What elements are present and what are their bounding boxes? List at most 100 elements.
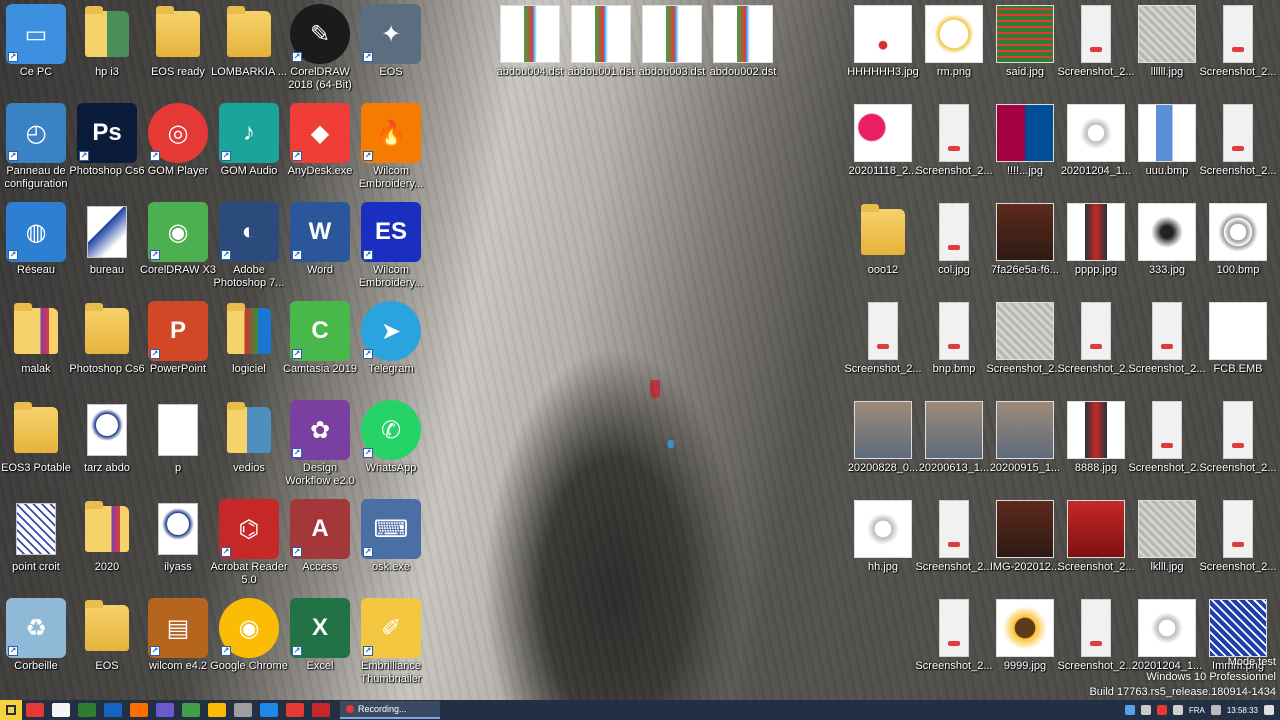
desktop-icon-gom-audio[interactable]: ♪ ↗ GOM Audio [213,103,285,178]
desktop-icon-screenshot-2[interactable]: Screenshot_2... [1128,400,1206,475]
desktop-icon-eos[interactable]: ✦ ↗ EOS [355,4,427,79]
desktop-icon-coreldraw-2018-64-bit[interactable]: ✎ ↗ CorelDRAW 2018 (64-Bit) [284,4,356,92]
taskbar-app-icon[interactable] [182,703,200,717]
desktop-icon-point-croit[interactable]: point croit [0,499,72,574]
desktop-icon-20201118-2[interactable]: 20201118_2... [847,103,919,178]
desktop-icon-ilyass[interactable]: ilyass [142,499,214,574]
desktop-icon-adobe-photoshop-7[interactable]: ◐ ↗ Adobe Photoshop 7... [213,202,285,290]
desktop-icon-design-workflow-e2-0[interactable]: ✿ ↗ Design Workflow e2.0 [284,400,356,488]
desktop-icon-abdou002-dst[interactable]: abdou002.dst [707,4,779,79]
desktop-icon-panneau-de-configuration[interactable]: ◴ ↗ Panneau de configuration [0,103,72,191]
desktop-icon-screenshot-2[interactable]: Screenshot_2... [1199,103,1277,178]
desktop-icon-hp-i3[interactable]: hp i3 [71,4,143,79]
desktop-icon-screenshot-2[interactable]: Screenshot_2... [915,103,993,178]
desktop-icon-rm-png[interactable]: rm.png [918,4,990,79]
people-icon[interactable] [1124,705,1135,715]
taskbar-app-icon[interactable] [52,703,70,717]
desktop-icon-333-jpg[interactable]: 333.jpg [1131,202,1203,277]
desktop-icon-2020[interactable]: 2020 [71,499,143,574]
notifications-icon[interactable] [1264,705,1274,715]
desktop-icon-google-chrome[interactable]: ◉ ↗ Google Chrome [210,598,288,673]
desktop-icon-20201204-1[interactable]: 20201204_1... [1060,103,1132,178]
desktop-icon-word[interactable]: W ↗ Word [284,202,356,277]
taskbar-app-icon[interactable] [260,703,278,717]
desktop-icon-said-jpg[interactable]: said.jpg [989,4,1061,79]
taskbar-app-icon[interactable] [26,703,44,717]
desktop-icon-photoshop-cs6[interactable]: Photoshop Cs6 [69,301,145,376]
desktop-icon-jpg[interactable]: !!!!...jpg [989,103,1061,178]
desktop-icon-acrobat-reader-5-0[interactable]: ⌬ ↗ Acrobat Reader 5.0 [210,499,288,587]
desktop-icon-bureau[interactable]: bureau [71,202,143,277]
desktop-icon-camtasia-2019[interactable]: C ↗ Camtasia 2019 [283,301,357,376]
desktop-icon-whatsapp[interactable]: ✆ ↗ WhatsApp [355,400,427,475]
desktop-icon-eos3-potable[interactable]: EOS3 Potable [0,400,72,475]
desktop-icon-llllll-jpg[interactable]: llllll.jpg [1131,4,1203,79]
desktop-icon-telegram[interactable]: ➤ ↗ Telegram [355,301,427,376]
desktop-icon-8888-jpg[interactable]: 8888.jpg [1060,400,1132,475]
desktop-icon-abdou001-dst[interactable]: abdou001.dst [565,4,637,79]
taskbar-recording-app[interactable]: Recording... [340,701,440,719]
desktop-icon-screenshot-2[interactable]: Screenshot_2... [1057,301,1135,376]
desktop-icon-20201204-1[interactable]: 20201204_1... [1131,598,1203,673]
desktop-icon-100-bmp[interactable]: 100.bmp [1202,202,1274,277]
desktop-icon-screenshot-2[interactable]: Screenshot_2... [915,598,993,673]
desktop-icon-vedios[interactable]: vedios [213,400,285,475]
desktop-icon-wilcom-e4-2[interactable]: ▤ ↗ wilcom e4.2 [142,598,214,673]
desktop-icon-screenshot-2[interactable]: Screenshot_2... [1128,301,1206,376]
network-icon[interactable] [1140,705,1151,715]
desktop-icon-screenshot-2[interactable]: Screenshot_2... [1057,598,1135,673]
desktop-icon-screenshot-2[interactable]: Screenshot_2... [986,301,1064,376]
desktop-icon-osk-exe[interactable]: ⌨ ↗ osk.exe [355,499,427,574]
language-indicator[interactable]: FRA [1189,706,1205,715]
desktop-icon-wilcom-embroidery[interactable]: 🔥 ↗ Wilcom Embroidery... [355,103,427,191]
clock[interactable]: 13:58:33 [1227,706,1258,715]
taskbar-app-icon[interactable] [104,703,122,717]
desktop-icon-wilcom-embroidery[interactable]: ES ↗ Wilcom Embroidery... [355,202,427,290]
desktop-icon-screenshot-2[interactable]: Screenshot_2... [1199,499,1277,574]
desktop-icon-tarz-abdo[interactable]: tarz abdo [71,400,143,475]
taskbar-app-icon[interactable] [156,703,174,717]
desktop-icon-coreldraw-x3[interactable]: ◉ ↗ CorelDRAW X3 [140,202,216,277]
desktop-icon-pppp-jpg[interactable]: pppp.jpg [1060,202,1132,277]
taskbar-app-icon[interactable] [312,703,330,717]
desktop-icon-screenshot-2[interactable]: Screenshot_2... [1057,499,1135,574]
desktop-icon-hh-jpg[interactable]: hh.jpg [847,499,919,574]
desktop-icon-photoshop-cs6[interactable]: Ps ↗ Photoshop Cs6 [69,103,145,178]
desktop-icon-access[interactable]: A ↗ Access [284,499,356,574]
desktop-icon-7fa26e5a-f6[interactable]: 7fa26e5a-f6... [989,202,1061,277]
desktop-icon-logiciel[interactable]: logiciel [213,301,285,376]
desktop-icon-eos[interactable]: EOS [71,598,143,673]
volume-icon[interactable] [1172,705,1183,715]
desktop-icon-screenshot-2[interactable]: Screenshot_2... [1199,4,1277,79]
desktop-icon-malak[interactable]: malak [0,301,72,376]
desktop-icon-screenshot-2[interactable]: Screenshot_2... [1199,400,1277,475]
desktop-icon-fcb-emb[interactable]: FCB.EMB [1202,301,1274,376]
desktop-icon-screenshot-2[interactable]: Screenshot_2... [915,499,993,574]
desktop-icon-embrilliance-thumbnailer[interactable]: ✐ ↗ Embrilliance Thumbnailer [355,598,427,686]
desktop-icon-ce-pc[interactable]: ▭ ↗ Ce PC [0,4,72,79]
desktop-icon-eos-ready[interactable]: EOS ready [142,4,214,79]
desktop-icon-img-202012[interactable]: IMG-202012... [989,499,1061,574]
desktop-icon-hhhhhh3-jpg[interactable]: HHHHHH3.jpg [847,4,919,79]
desktop-icon-abdou004-dst[interactable]: abdou004.dst [494,4,566,79]
desktop-icon-p[interactable]: p [142,400,214,475]
start-button[interactable] [0,700,22,720]
keyboard-icon[interactable] [1210,705,1221,715]
desktop-icon-screenshot-2[interactable]: Screenshot_2... [1057,4,1135,79]
desktop-icon-screenshot-2[interactable]: Screenshot_2... [844,301,922,376]
desktop-icon-col-jpg[interactable]: col.jpg [918,202,990,277]
antivirus-icon[interactable] [1156,705,1167,715]
desktop-icon-gom-player[interactable]: ◎ ↗ GOM Player [142,103,214,178]
desktop-icon-lombarkia[interactable]: LOMBARKIA ... [211,4,287,79]
desktop-icon-uuu-bmp[interactable]: uuu.bmp [1131,103,1203,178]
desktop-icon-9999-jpg[interactable]: 9999.jpg [989,598,1061,673]
desktop-icon-powerpoint[interactable]: P ↗ PowerPoint [142,301,214,376]
taskbar-app-icon[interactable] [130,703,148,717]
desktop-icon-20200828-0[interactable]: 20200828_0... [847,400,919,475]
desktop-icon-abdou003-dst[interactable]: abdou003.dst [636,4,708,79]
desktop-icon-20200915-1[interactable]: 20200915_1... [989,400,1061,475]
desktop-icon-r-seau[interactable]: ◍ ↗ Réseau [0,202,72,277]
desktop-icon-bnp-bmp[interactable]: bnp.bmp [918,301,990,376]
desktop-icon-corbeille[interactable]: ♻ ↗ Corbeille [0,598,72,673]
taskbar-app-icon[interactable] [286,703,304,717]
